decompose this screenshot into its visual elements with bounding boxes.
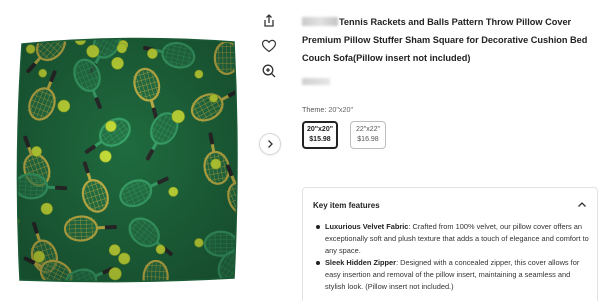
feature-title: Luxurious Velvet Fabric xyxy=(325,222,409,231)
share-icon xyxy=(264,14,274,27)
share-button[interactable] xyxy=(258,10,280,32)
zoom-button[interactable] xyxy=(258,60,280,82)
option-size: 20"x20" xyxy=(306,126,334,133)
next-image-button[interactable] xyxy=(259,133,281,155)
ball-motif xyxy=(24,38,37,43)
heart-icon xyxy=(261,39,277,53)
option-20x20[interactable]: 20"x20" $15.98 xyxy=(302,121,338,149)
pillow-illustration xyxy=(16,37,238,283)
key-features-panel: Key item features Luxurious Velvet Fabri… xyxy=(302,187,598,301)
theme-options: 20"x20" $15.98 22"x22" $16.98 xyxy=(302,121,386,149)
features-list: Luxurious Velvet Fabric: Crafted from 10… xyxy=(315,221,589,293)
favorite-button[interactable] xyxy=(258,35,280,57)
features-heading: Key item features xyxy=(313,201,380,210)
theme-label: Theme: 20"x20" xyxy=(302,105,354,114)
option-22x22[interactable]: 22"x22" $16.98 xyxy=(350,121,386,149)
list-item: Sleek Hidden Zipper: Designed with a con… xyxy=(315,257,589,293)
product-gallery xyxy=(0,0,290,301)
zoom-in-icon xyxy=(262,64,276,78)
chevron-right-icon xyxy=(268,140,273,148)
list-item: Luxurious Velvet Fabric: Crafted from 10… xyxy=(315,221,589,257)
product-title: Tennis Rackets and Balls Pattern Throw P… xyxy=(302,17,588,63)
feature-title: Sleek Hidden Zipper xyxy=(325,258,397,267)
option-price: $16.98 xyxy=(357,136,379,143)
product-image[interactable] xyxy=(12,32,242,287)
option-size: 22"x22" xyxy=(355,126,381,133)
brand-redacted xyxy=(302,17,338,26)
redacted-text xyxy=(302,78,330,85)
chevron-up-icon[interactable] xyxy=(577,200,587,210)
option-price: $15.98 xyxy=(309,136,331,143)
theme-value: 20"x20" xyxy=(328,105,354,114)
product-info: Tennis Rackets and Balls Pattern Throw P… xyxy=(302,0,600,301)
